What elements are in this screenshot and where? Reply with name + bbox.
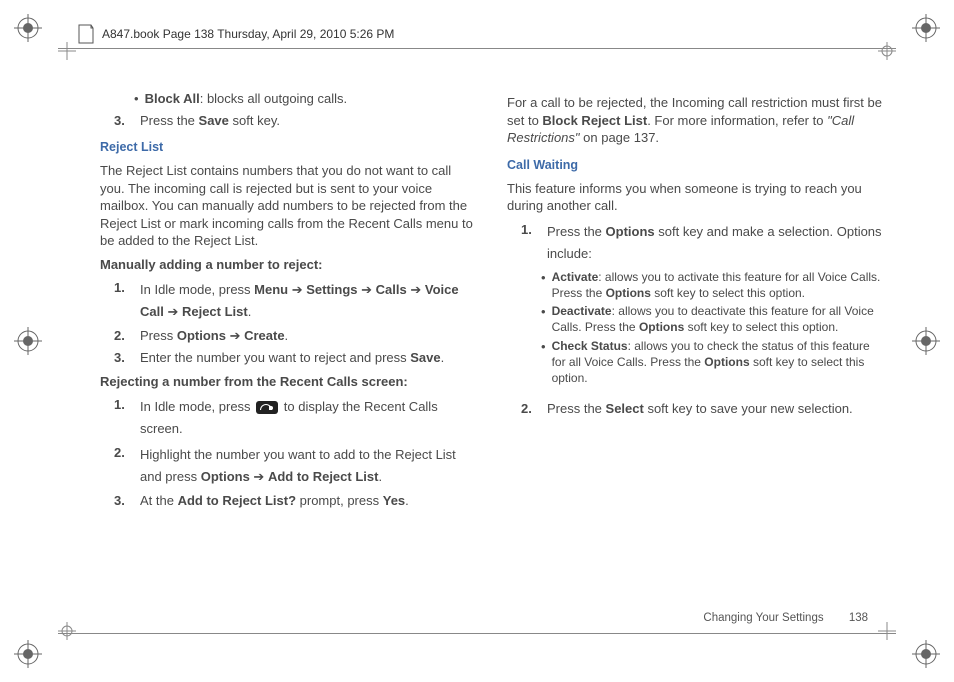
bullet-icon: • [541, 269, 546, 301]
step-number: 2. [521, 400, 537, 418]
step-number: 2. [114, 327, 130, 345]
list-item: • Block All: blocks all outgoing calls. [134, 90, 477, 108]
body-text: Press Options ➔ Create. [140, 327, 477, 345]
divider [58, 633, 896, 634]
body-text: Press the Select soft key to save your n… [547, 400, 884, 418]
subheading-manual-add: Manually adding a number to reject: [100, 256, 477, 274]
header-text: A847.book Page 138 Thursday, April 29, 2… [102, 27, 394, 41]
step-2: 2. Press Options ➔ Create. [114, 327, 477, 345]
step-2: 2. Press the Select soft key to save you… [521, 400, 884, 418]
subheading-reject-list: Reject List [100, 139, 477, 156]
body-text: Deactivate: allows you to deactivate thi… [552, 303, 884, 335]
tick-icon [58, 42, 76, 60]
crop-mark-icon [912, 14, 940, 42]
crop-mark-icon [14, 14, 42, 42]
step-number: 1. [114, 279, 130, 323]
left-column: • Block All: blocks all outgoing calls. … [100, 88, 477, 514]
subheading-call-waiting: Call Waiting [507, 157, 884, 174]
page-number: 138 [849, 612, 868, 624]
body-text: Check Status: allows you to check the st… [552, 338, 884, 387]
body-text: In Idle mode, press Menu ➔ Settings ➔ Ca… [140, 279, 477, 323]
tick-icon [878, 622, 896, 640]
page-header: A847.book Page 138 Thursday, April 29, 2… [78, 24, 394, 44]
step-2: 2. Highlight the number you want to add … [114, 444, 477, 488]
crop-mark-icon [912, 327, 940, 355]
list-item: • Deactivate: allows you to deactivate t… [541, 303, 884, 335]
step-3: 3. Press the Save soft key. [114, 112, 477, 130]
body-text: In Idle mode, press to display the Recen… [140, 396, 477, 440]
body-text: Press the Options soft key and make a se… [547, 221, 884, 265]
body-text: Highlight the number you want to add to … [140, 444, 477, 488]
send-key-icon [256, 401, 278, 414]
step-3: 3. At the Add to Reject List? prompt, pr… [114, 492, 477, 510]
step-number: 3. [114, 349, 130, 367]
right-column: For a call to be rejected, the Incoming … [507, 88, 884, 514]
body-text: Block All: blocks all outgoing calls. [145, 90, 348, 108]
crop-mark-icon [14, 327, 42, 355]
body-text: For a call to be rejected, the Incoming … [507, 94, 884, 147]
body-text: This feature informs you when someone is… [507, 180, 884, 215]
divider [58, 48, 896, 49]
list-item: • Activate: allows you to activate this … [541, 269, 884, 301]
book-icon [78, 24, 94, 44]
step-1: 1. In Idle mode, press to display the Re… [114, 396, 477, 440]
body-text: At the Add to Reject List? prompt, press… [140, 492, 477, 510]
tick-icon [878, 42, 896, 60]
step-3: 3. Enter the number you want to reject a… [114, 349, 477, 367]
crop-mark-icon [14, 640, 42, 668]
page-footer: Changing Your Settings 138 [703, 612, 868, 624]
subheading-recent-calls: Rejecting a number from the Recent Calls… [100, 373, 477, 391]
step-number: 1. [521, 221, 537, 265]
crop-mark-icon [912, 640, 940, 668]
body-text: Enter the number you want to reject and … [140, 349, 477, 367]
list-item: • Check Status: allows you to check the … [541, 338, 884, 387]
tick-icon [58, 622, 76, 640]
bullet-icon: • [541, 303, 546, 335]
footer-section: Changing Your Settings [703, 612, 823, 624]
body-text: Press the Save soft key. [140, 112, 477, 130]
step-1: 1. Press the Options soft key and make a… [521, 221, 884, 265]
body-text: The Reject List contains numbers that yo… [100, 162, 477, 250]
step-number: 3. [114, 492, 130, 510]
step-number: 2. [114, 444, 130, 488]
bullet-icon: • [134, 90, 139, 108]
step-number: 1. [114, 396, 130, 440]
step-number: 3. [114, 112, 130, 130]
step-1: 1. In Idle mode, press Menu ➔ Settings ➔… [114, 279, 477, 323]
bullet-icon: • [541, 338, 546, 387]
body-text: Activate: allows you to activate this fe… [552, 269, 884, 301]
